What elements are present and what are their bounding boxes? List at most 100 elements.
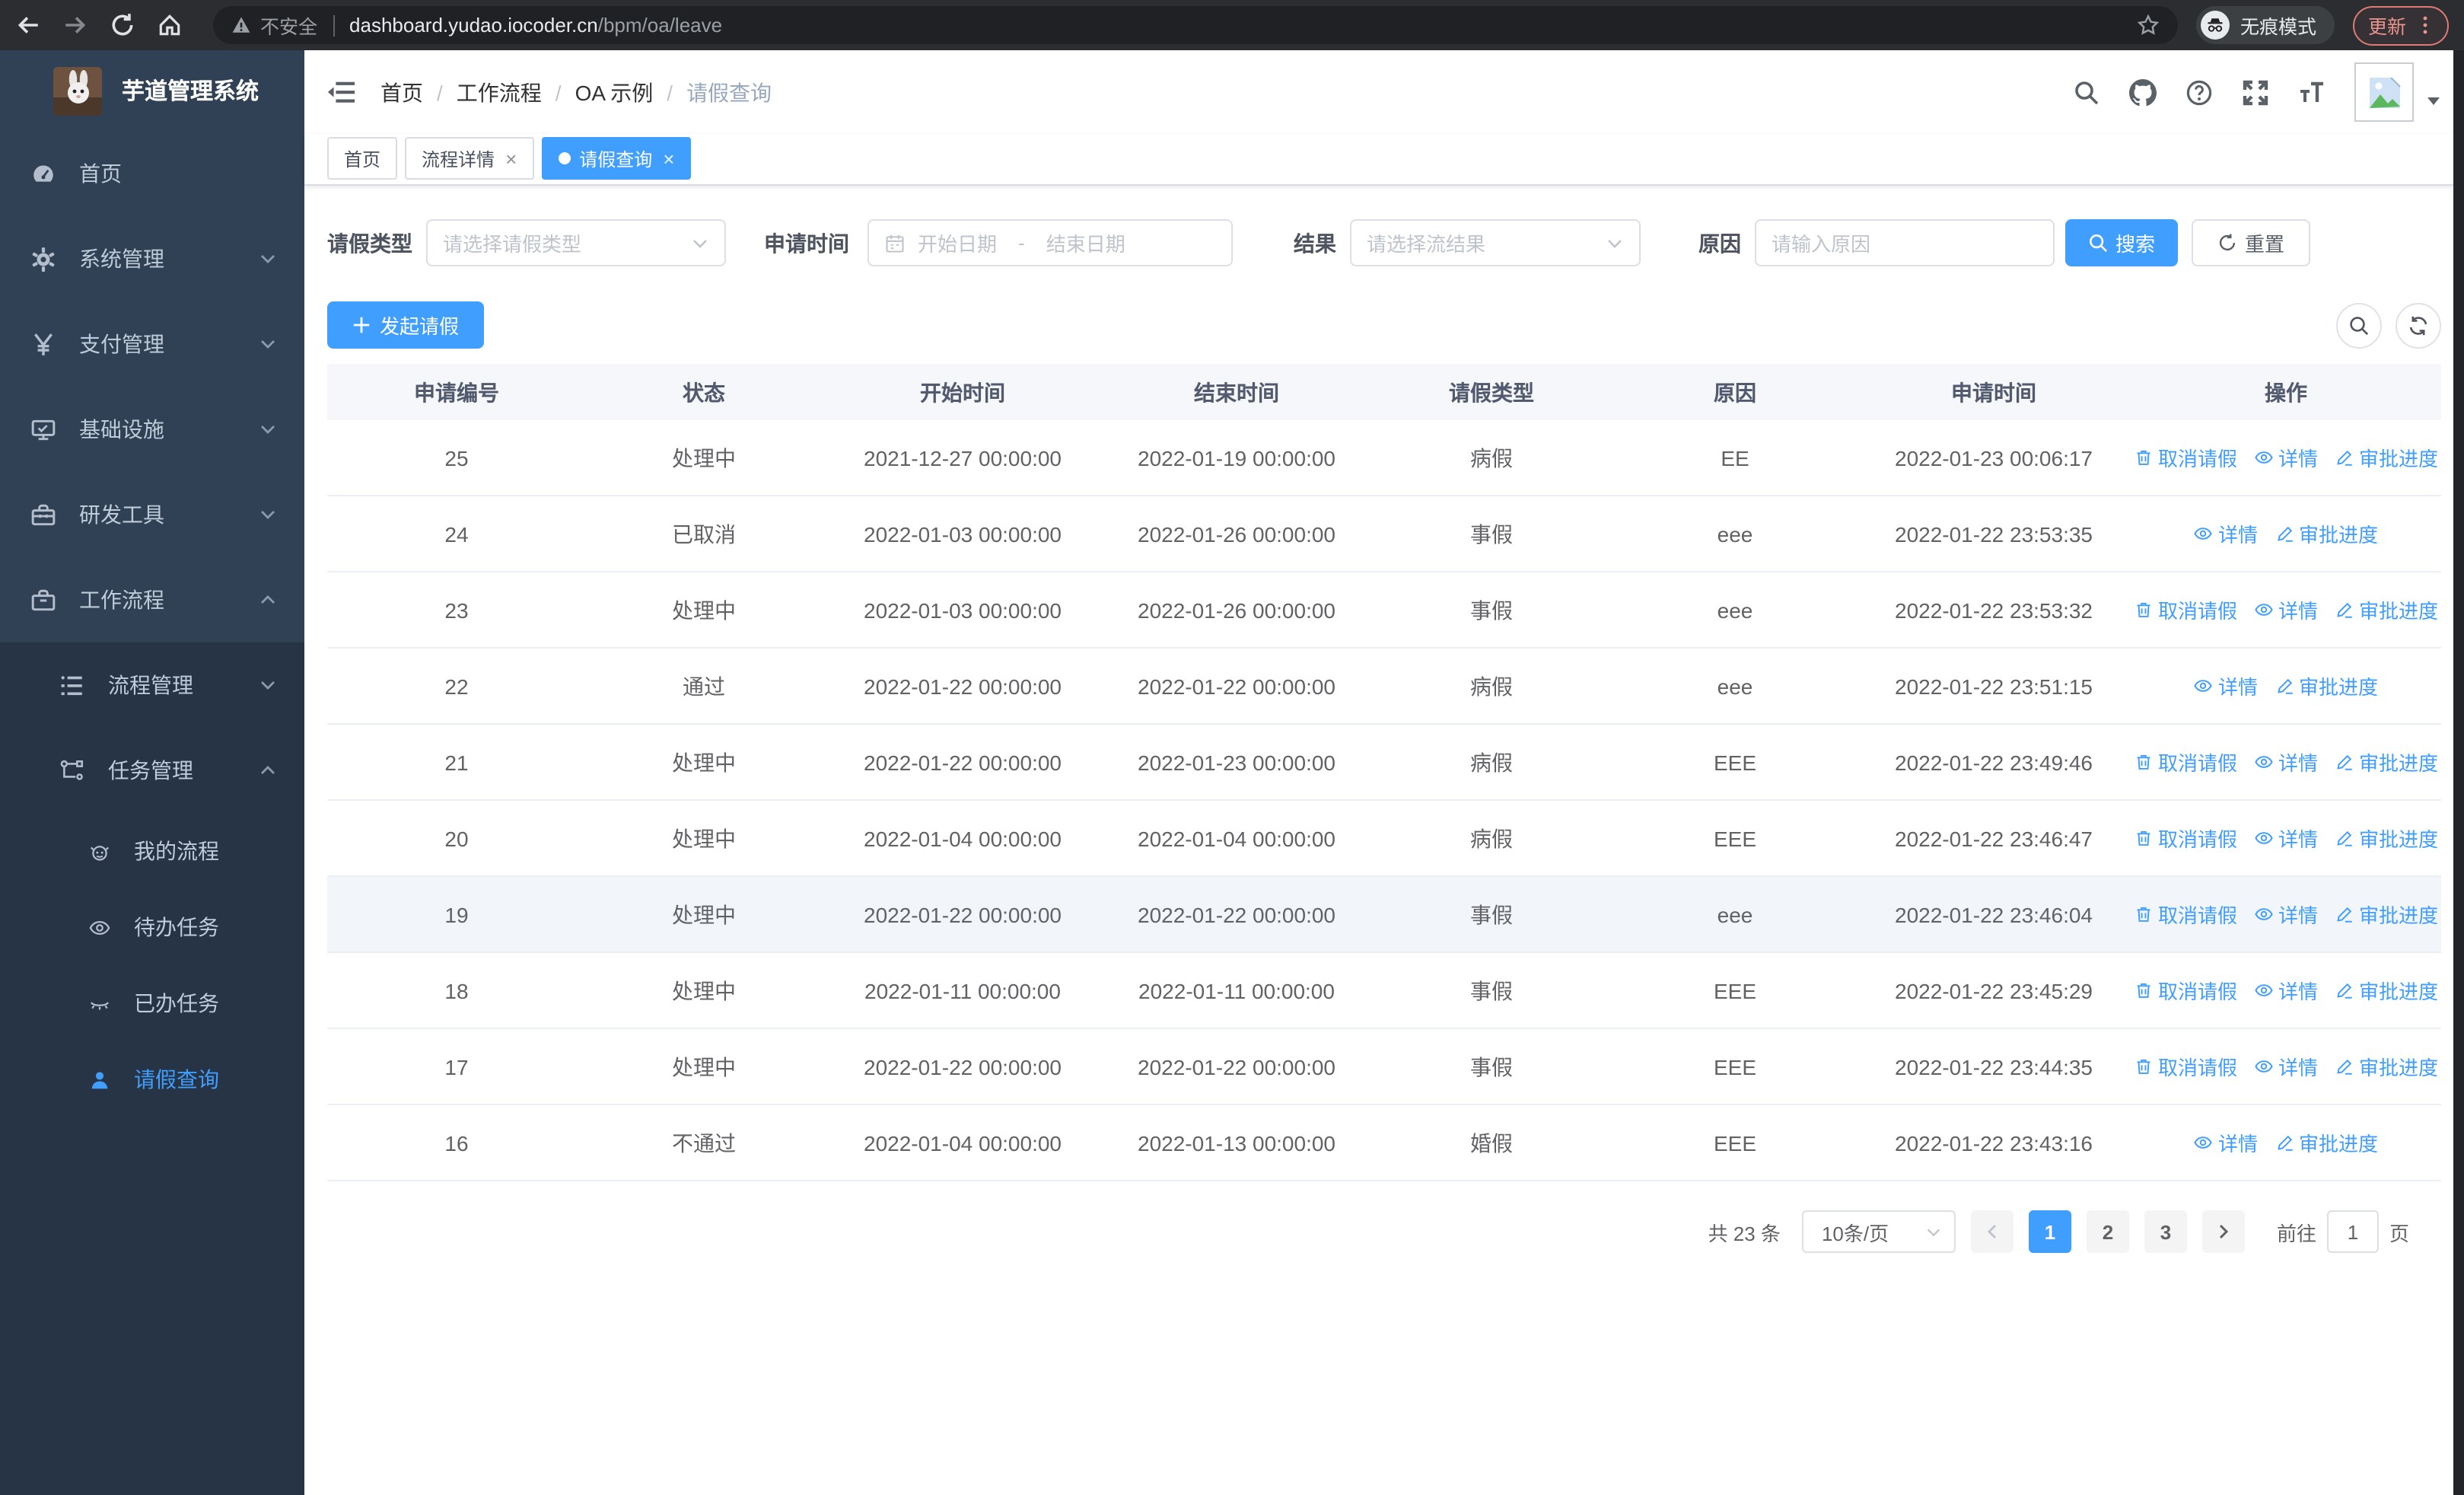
tab-leave-query[interactable]: 请假查询 × (541, 137, 692, 180)
next-page-button[interactable] (2201, 1210, 2245, 1253)
home-icon[interactable] (157, 12, 183, 38)
col-header-type: 请假类型 (1449, 380, 1534, 404)
tab-process-detail[interactable]: 流程详情 × (405, 137, 534, 180)
cancel-action-link[interactable]: 取消请假 (2134, 748, 2237, 776)
detail-action-link[interactable]: 详情 (2254, 1052, 2318, 1081)
detail-action-link[interactable]: 详情 (2254, 595, 2318, 624)
sidebar-item-todo-tasks[interactable]: 待办任务 (0, 889, 304, 965)
sidebar-item-label: 研发工具 (79, 502, 164, 527)
progress-action-link[interactable]: 审批进度 (2335, 443, 2438, 472)
sidebar-item-infrastructure[interactable]: 基础设施 (0, 387, 304, 472)
leave-type-select[interactable]: 请选择请假类型 (426, 219, 726, 266)
result-select[interactable]: 请选择流结果 (1350, 219, 1641, 266)
sidebar-item-home[interactable]: 首页 (0, 131, 304, 216)
search-icon[interactable] (2073, 78, 2100, 106)
progress-action-link[interactable]: 审批进度 (2335, 748, 2438, 776)
col-header-applied: 申请时间 (1951, 380, 2036, 404)
sidebar-item-process-management[interactable]: 流程管理 (0, 642, 304, 728)
page-scrollbar[interactable] (2453, 50, 2464, 1495)
cell-type: 事假 (1470, 902, 1513, 926)
cancel-action-link[interactable]: 取消请假 (2134, 900, 2237, 929)
page-button-2[interactable]: 2 (2086, 1210, 2129, 1253)
cell-end: 2022-01-23 00:00:00 (1138, 750, 1335, 774)
breadcrumb-item[interactable]: OA 示例 (575, 77, 654, 107)
page-size-select[interactable]: 10条/页 (1801, 1210, 1956, 1253)
page-button-3[interactable]: 3 (2144, 1210, 2187, 1253)
create-leave-label: 发起请假 (379, 315, 459, 338)
sidebar-fold-icon[interactable] (327, 78, 356, 107)
breadcrumb-item[interactable]: 首页 (380, 77, 423, 107)
delete-icon (2137, 1059, 2150, 1074)
cancel-action-link[interactable]: 取消请假 (2134, 595, 2237, 624)
browser-update-button[interactable]: 更新 (2352, 5, 2449, 45)
toggle-search-button[interactable] (2336, 302, 2382, 348)
reason-input[interactable]: 请输入原因 (1755, 219, 2055, 266)
cell-id: 23 (444, 598, 469, 622)
cell-start: 2022-01-22 00:00:00 (864, 1054, 1062, 1079)
edit-icon (2337, 907, 2352, 923)
breadcrumb-item[interactable]: 工作流程 (457, 77, 542, 107)
apply-time-range-picker[interactable]: 开始日期 - 结束日期 (867, 219, 1233, 266)
progress-action-link[interactable]: 审批进度 (2335, 595, 2438, 624)
page-button-1[interactable]: 1 (2028, 1210, 2071, 1253)
cell-start: 2022-01-11 00:00:00 (864, 978, 1061, 1003)
cell-status: 处理中 (672, 1054, 736, 1079)
edit-icon (2337, 983, 2352, 999)
robot-face-icon (90, 845, 110, 860)
cancel-action-link[interactable]: 取消请假 (2134, 976, 2237, 1005)
detail-action-link[interactable]: 详情 (2254, 748, 2318, 776)
tab-close-icon[interactable]: × (505, 148, 517, 168)
detail-action-link[interactable]: 详情 (2194, 1128, 2258, 1157)
help-icon[interactable] (2185, 78, 2213, 106)
reload-icon[interactable] (110, 12, 135, 38)
fullscreen-icon[interactable] (2242, 78, 2269, 106)
sidebar-item-leave-query[interactable]: 请假查询 (0, 1041, 304, 1117)
tab-close-icon[interactable]: × (663, 148, 674, 168)
github-icon[interactable] (2129, 78, 2157, 106)
update-label: 更新 (2367, 17, 2406, 38)
sidebar-item-workflow[interactable]: 工作流程 (0, 557, 304, 642)
detail-action-link[interactable]: 详情 (2254, 976, 2318, 1005)
chevron-down-icon (261, 511, 275, 519)
search-button[interactable]: 搜索 (2065, 219, 2178, 266)
back-icon[interactable] (15, 12, 41, 38)
sidebar-item-payment[interactable]: 支付管理 (0, 301, 304, 387)
cancel-action-link[interactable]: 取消请假 (2134, 443, 2237, 472)
reset-button[interactable]: 重置 (2192, 219, 2310, 266)
forward-icon[interactable] (62, 12, 88, 38)
address-bar[interactable]: 不安全 dashboard.yudao.iocoder.cn /bpm/oa/l… (213, 6, 2178, 44)
detail-action-link[interactable]: 详情 (2194, 671, 2258, 700)
monitor-icon (31, 419, 56, 440)
detail-action-link[interactable]: 详情 (2194, 519, 2258, 548)
cancel-action-link[interactable]: 取消请假 (2134, 1052, 2237, 1081)
sidebar-item-done-tasks[interactable]: 已办任务 (0, 965, 304, 1041)
sidebar-item-system[interactable]: 系统管理 (0, 216, 304, 301)
tab-home[interactable]: 首页 (327, 137, 398, 180)
progress-action-link[interactable]: 审批进度 (2275, 671, 2378, 700)
detail-action-link[interactable]: 详情 (2254, 443, 2318, 472)
progress-action-link[interactable]: 审批进度 (2335, 976, 2438, 1005)
prev-page-button[interactable] (1970, 1210, 2014, 1253)
sidebar-item-my-processes[interactable]: 我的流程 (0, 813, 304, 889)
progress-action-link[interactable]: 审批进度 (2335, 1052, 2438, 1081)
detail-action-link[interactable]: 详情 (2254, 900, 2318, 929)
progress-action-link[interactable]: 审批进度 (2335, 824, 2438, 853)
browser-menu-icon[interactable] (2417, 15, 2434, 35)
cell-status: 处理中 (672, 598, 736, 622)
bookmark-star-icon[interactable] (2137, 14, 2160, 37)
progress-action-link[interactable]: 审批进度 (2275, 519, 2378, 548)
sidebar-item-dev-tools[interactable]: 研发工具 (0, 472, 304, 557)
cell-actions: 详情 审批进度 (2131, 649, 2441, 723)
detail-action-link[interactable]: 详情 (2254, 824, 2318, 853)
cancel-action-link[interactable]: 取消请假 (2134, 824, 2237, 853)
progress-action-link[interactable]: 审批进度 (2275, 1128, 2378, 1157)
font-size-icon[interactable] (2298, 78, 2326, 106)
progress-action-link[interactable]: 审批进度 (2335, 900, 2438, 929)
avatar-caret-icon[interactable] (2426, 92, 2441, 107)
sidebar-item-task-management[interactable]: 任务管理 (0, 728, 304, 813)
insecure-warning-icon[interactable] (231, 15, 251, 35)
refresh-table-button[interactable] (2396, 302, 2441, 348)
goto-page-input[interactable]: 1 (2326, 1210, 2379, 1253)
create-leave-button[interactable]: 发起请假 (327, 301, 484, 349)
avatar[interactable] (2354, 62, 2414, 122)
